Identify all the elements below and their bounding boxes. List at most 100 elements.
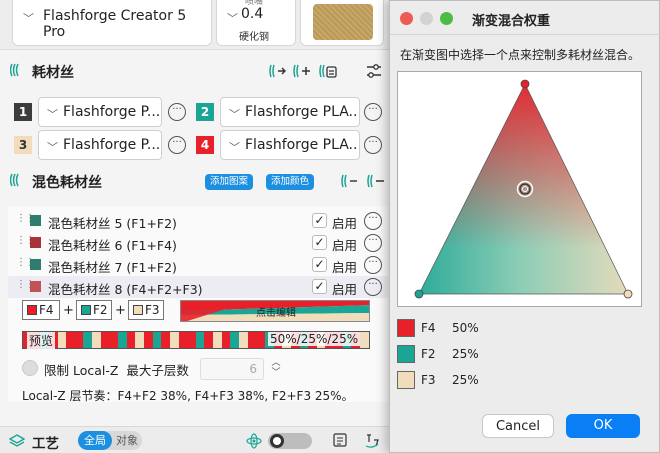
vertex-f3 (623, 289, 633, 299)
add-filament-icon[interactable] (292, 61, 312, 81)
filament-settings-icon[interactable] (318, 61, 338, 81)
mixed-filament-name: 混色耗材丝 8 (F4+F2+F3) (48, 282, 203, 297)
mixed-filament-section-title: 混色耗材丝 (32, 175, 102, 191)
stepper-icon[interactable]: ︿ ﹀ (268, 358, 284, 380)
weight-percent: 25% (452, 347, 479, 361)
add-pattern-button[interactable]: 添加图案 (205, 174, 254, 190)
close-window-button[interactable] (400, 12, 413, 25)
nozzle-selector[interactable]: 喷嘴 ﹀ 0.4 硬化钢 (216, 0, 296, 46)
preview-stripe (239, 332, 248, 348)
component-chip-f3[interactable]: F3 (128, 300, 164, 320)
preview-stripe (161, 332, 170, 348)
filament-selector[interactable]: ﹀ Flashforge P... (38, 97, 162, 127)
bed-selector[interactable] (300, 0, 384, 46)
filament-selector[interactable]: ﹀ Flashforge PLA... (220, 97, 360, 127)
chevron-down-icon: ﹀ (229, 108, 240, 121)
advanced-toggle[interactable] (268, 433, 312, 449)
dialog-description: 在渐变图中选择一个点来控制多耗材丝混合。 (400, 48, 641, 62)
filament-selector[interactable]: ﹀ Flashforge P... (38, 130, 162, 160)
sync-filament-icon[interactable] (340, 171, 360, 191)
chevron-down-icon: ﹀ (47, 108, 58, 121)
color-swatch (81, 305, 91, 315)
preview-stripe (152, 332, 162, 348)
zoom-window-button[interactable] (440, 12, 453, 25)
more-options-icon[interactable]: ··· (364, 136, 382, 154)
more-options-icon[interactable]: ··· (364, 212, 382, 230)
filament-number-badge[interactable]: 4 (196, 136, 214, 154)
localz-summary: Local-Z 层节奏：F4+F2 38%, F4+F3 38%, F2+F3 … (22, 389, 354, 403)
filament-name: Flashforge P... (63, 137, 159, 153)
color-swatch (30, 237, 41, 248)
preview-stripe (213, 332, 222, 348)
preview-stripe (118, 332, 127, 348)
segment-object[interactable]: 对象 (113, 431, 141, 450)
filament-number-badge[interactable]: 1 (14, 103, 32, 121)
gradient-triangle[interactable] (398, 72, 643, 308)
gradient-edit-bar[interactable]: 点击编辑 (180, 300, 370, 322)
preview-stripe (74, 332, 84, 348)
list-icon[interactable] (332, 432, 348, 448)
more-options-icon[interactable]: ··· (364, 103, 382, 121)
segment-global[interactable]: 全局 (78, 431, 112, 450)
enable-label: 启用 (332, 260, 358, 275)
filament-row-2: 2 ﹀ Flashforge PLA... ··· (196, 97, 386, 127)
more-options-icon[interactable]: ··· (364, 278, 382, 296)
more-options-icon[interactable]: ··· (364, 234, 382, 252)
preview-stripe (66, 332, 75, 348)
plus-sign: + (115, 303, 126, 318)
ok-button[interactable]: OK (566, 414, 640, 438)
color-swatch (30, 259, 41, 270)
list-item-selected[interactable]: ⋮⋮ 混色耗材丝 8 (F4+F2+F3) ✓ 启用 ··· (8, 276, 388, 298)
enable-checkbox[interactable]: ✓ (312, 235, 327, 250)
filament-selector[interactable]: ﹀ Flashforge PLA... (220, 130, 360, 160)
chevron-down-icon: ﹀ (47, 141, 58, 154)
more-options-icon[interactable]: ··· (168, 103, 186, 121)
filament-name: Flashforge PLA... (245, 104, 359, 120)
preview-stripe (359, 332, 369, 348)
preview-label: 预览 (27, 332, 56, 349)
preview-percentages: 50%/25%/25% (268, 332, 361, 346)
enable-checkbox[interactable]: ✓ (312, 257, 327, 272)
compare-icon[interactable] (364, 432, 382, 450)
chip-label: F2 (93, 303, 108, 317)
filament-number-badge[interactable]: 3 (14, 136, 32, 154)
minimize-window-button[interactable] (420, 12, 433, 25)
max-sublayers-input[interactable]: 6 (200, 358, 264, 380)
color-swatch (30, 215, 41, 226)
enable-checkbox[interactable]: ✓ (312, 213, 327, 228)
mixed-filament-name: 混色耗材丝 6 (F1+F4) (48, 238, 177, 253)
cancel-button[interactable]: Cancel (482, 414, 554, 438)
gradient-triangle-canvas[interactable] (397, 71, 642, 307)
vertex-f4 (520, 79, 530, 89)
color-swatch (30, 281, 41, 292)
preview-stripe (143, 332, 153, 348)
add-color-button[interactable]: 添加颜色 (266, 174, 315, 190)
component-chip-f4[interactable]: F4 (22, 300, 60, 320)
filament-section-title: 耗材丝 (32, 65, 74, 81)
atom-icon (246, 433, 262, 449)
filament-row-3: 3 ﹀ Flashforge P... ··· (12, 130, 192, 160)
plus-sign: + (63, 303, 74, 318)
localz-toggle[interactable] (22, 360, 38, 376)
filament-name: Flashforge PLA... (245, 137, 359, 153)
adjust-sliders-icon[interactable] (364, 61, 384, 81)
add-filament-icon[interactable] (366, 171, 386, 191)
more-options-icon[interactable]: ··· (168, 136, 186, 154)
more-options-icon[interactable]: ··· (364, 256, 382, 274)
list-item[interactable]: ⋮⋮ 混色耗材丝 6 (F1+F4) ✓ 启用 ··· (8, 232, 388, 254)
preview-stripe (221, 332, 231, 348)
gradient-weight-dialog: 渐变混合权重 在渐变图中选择一个点来控制多耗材丝混合。 F4 50% F2 25… (389, 0, 660, 453)
dialog-titlebar: 渐变混合权重 (390, 1, 660, 35)
sync-filament-icon[interactable] (268, 61, 288, 81)
component-chip-f2[interactable]: F2 (76, 300, 112, 320)
enable-checkbox[interactable]: ✓ (312, 279, 327, 294)
list-item[interactable]: ⋮⋮ 混色耗材丝 5 (F1+F2) ✓ 启用 ··· (8, 210, 388, 232)
printer-selector[interactable]: ﹀ Flashforge Creator 5 Pro (12, 0, 212, 46)
list-item[interactable]: ⋮⋮ 混色耗材丝 7 (F1+F2) ✓ 启用 ··· (8, 254, 388, 276)
filament-number-badge[interactable]: 2 (196, 103, 214, 121)
main-window: ﹀ Flashforge Creator 5 Pro 喷嘴 ﹀ 0.4 硬化钢 … (0, 0, 392, 453)
mixed-filament-section-header: 混色耗材丝 添加图案 添加颜色 (0, 167, 392, 195)
vertex-f2 (414, 289, 424, 299)
mixed-filament-name: 混色耗材丝 7 (F1+F2) (48, 260, 177, 275)
scope-segmented-control: 全局 对象 (78, 431, 142, 450)
